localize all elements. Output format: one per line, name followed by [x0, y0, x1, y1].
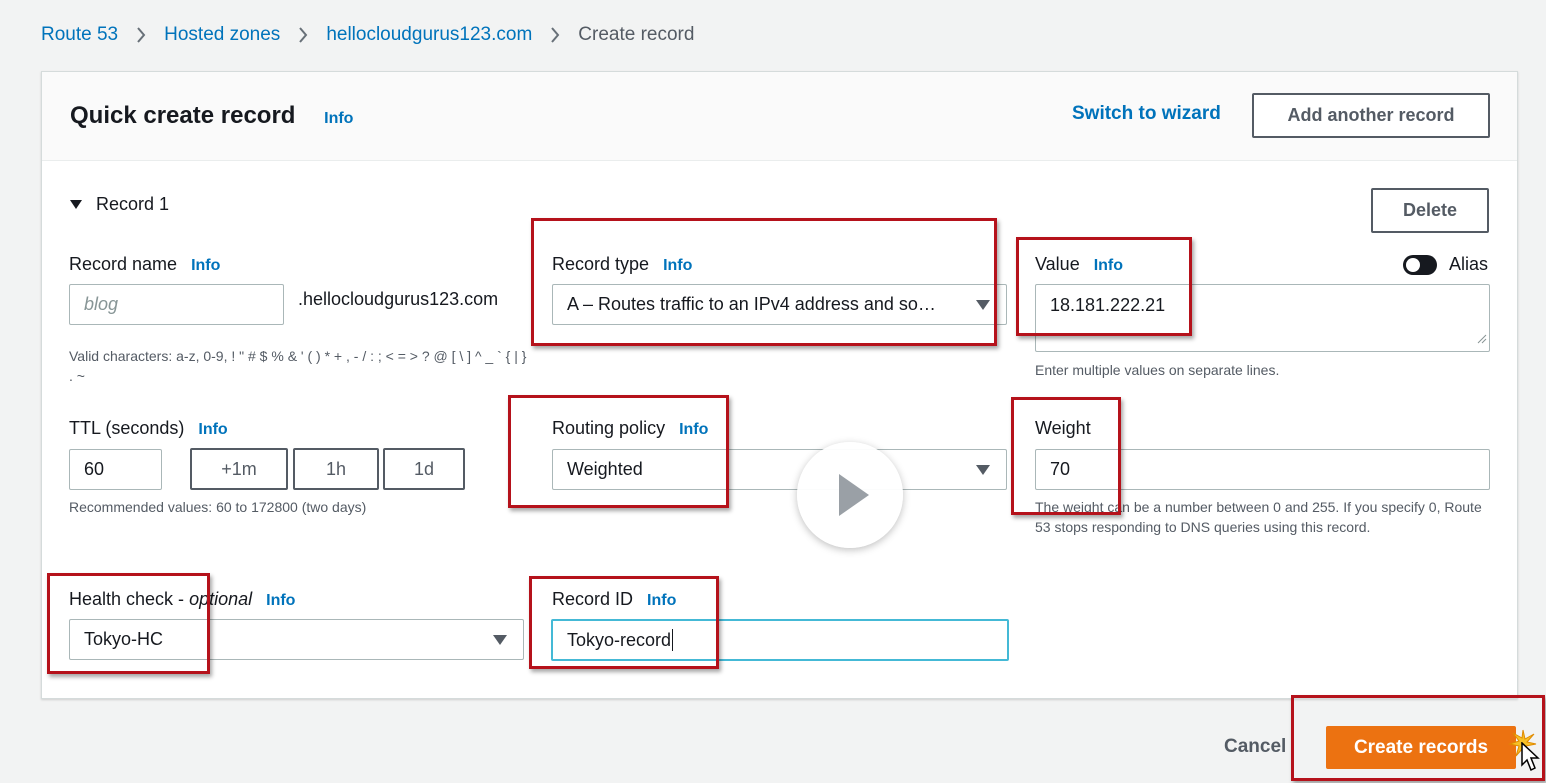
- health-check-value: Tokyo-HC: [84, 629, 164, 649]
- ttl-info-link[interactable]: Info: [198, 421, 227, 438]
- ttl-plus-1m-button[interactable]: +1m: [190, 448, 288, 490]
- record-type-select[interactable]: A – Routes traffic to an IPv4 address an…: [552, 284, 1007, 325]
- add-another-record-button[interactable]: Add another record: [1252, 93, 1490, 138]
- chevron-right-icon: [298, 27, 308, 43]
- value-info-link[interactable]: Info: [1094, 257, 1123, 274]
- create-records-button[interactable]: Create records: [1326, 726, 1516, 769]
- record-name-info-link[interactable]: Info: [191, 257, 220, 274]
- record-section-label: Record 1: [96, 194, 170, 214]
- title-info-link[interactable]: Info: [324, 110, 353, 127]
- page-title-text: Quick create record: [70, 102, 296, 129]
- alias-toggle[interactable]: [1403, 255, 1437, 275]
- health-check-label: Health check - optional Info: [69, 589, 296, 609]
- record-name-suffix: .hellocloudgurus123.com: [298, 289, 499, 309]
- breadcrumb-route53[interactable]: Route 53: [41, 24, 118, 46]
- value-hint: Enter multiple values on separate lines.: [1035, 362, 1280, 378]
- record-name-hint: Valid characters: a-z, 0-9, ! " # $ % & …: [69, 348, 527, 384]
- record-type-value: A – Routes traffic to an IPv4 address an…: [567, 294, 936, 314]
- chevron-right-icon: [136, 27, 146, 43]
- dropdown-caret-icon: [976, 464, 990, 475]
- breadcrumb: Route 53 Hosted zones hellocloudgurus123…: [41, 24, 694, 46]
- ttl-hint: Recommended values: 60 to 172800 (two da…: [69, 499, 367, 515]
- alias-label: Alias: [1449, 254, 1489, 274]
- weight-hint: The weight can be a number between 0 and…: [1035, 499, 1482, 535]
- routing-policy-label: Routing policy Info: [552, 418, 709, 438]
- health-check-select[interactable]: Tokyo-HC: [69, 619, 524, 660]
- dropdown-caret-icon: [976, 299, 990, 310]
- record-id-text: Tokyo-record: [567, 629, 672, 650]
- record-name-label: Record name Info: [69, 254, 221, 274]
- routing-policy-select[interactable]: Weighted: [552, 449, 1007, 490]
- caret-down-icon: [70, 200, 82, 209]
- ttl-label: TTL (seconds) Info: [69, 418, 228, 438]
- ttl-input[interactable]: 60: [69, 449, 162, 490]
- breadcrumb-current: Create record: [578, 24, 695, 45]
- cancel-button[interactable]: Cancel: [1224, 736, 1286, 758]
- delete-button[interactable]: Delete: [1371, 188, 1489, 233]
- health-check-info-link[interactable]: Info: [266, 592, 295, 609]
- page-title: Quick create record Info: [70, 102, 353, 130]
- record-type-label: Record type Info: [552, 254, 693, 274]
- record-section-toggle[interactable]: Record 1: [70, 194, 169, 215]
- breadcrumb-hosted-zones[interactable]: Hosted zones: [164, 24, 280, 46]
- mouse-cursor-icon: [1521, 741, 1541, 777]
- chevron-right-icon: [550, 27, 560, 43]
- record-type-info-link[interactable]: Info: [663, 257, 692, 274]
- record-id-label: Record ID Info: [552, 589, 677, 609]
- value-textarea[interactable]: 18.181.222.21: [1035, 284, 1490, 352]
- dropdown-caret-icon: [493, 634, 507, 645]
- play-icon[interactable]: [797, 442, 903, 548]
- ttl-1h-button[interactable]: 1h: [293, 448, 379, 490]
- record-id-info-link[interactable]: Info: [647, 592, 676, 609]
- weight-input[interactable]: 70: [1035, 449, 1490, 490]
- switch-to-wizard-button[interactable]: Switch to wizard: [1072, 103, 1221, 125]
- value-text: 18.181.222.21: [1050, 295, 1166, 315]
- value-label: Value Info: [1035, 254, 1124, 274]
- quick-create-panel: Quick create record Info Switch to wizar…: [41, 71, 1518, 699]
- record-id-input[interactable]: Tokyo-record: [551, 619, 1009, 661]
- routing-policy-info-link[interactable]: Info: [679, 421, 708, 438]
- resize-handle-icon[interactable]: [1477, 328, 1487, 349]
- routing-policy-value: Weighted: [567, 459, 643, 479]
- text-cursor: [672, 629, 674, 651]
- ttl-1d-button[interactable]: 1d: [383, 448, 465, 490]
- weight-label: Weight: [1035, 418, 1091, 438]
- optional-text: optional: [189, 589, 253, 609]
- breadcrumb-zone[interactable]: hellocloudgurus123.com: [326, 24, 532, 46]
- record-name-input[interactable]: blog: [69, 284, 284, 325]
